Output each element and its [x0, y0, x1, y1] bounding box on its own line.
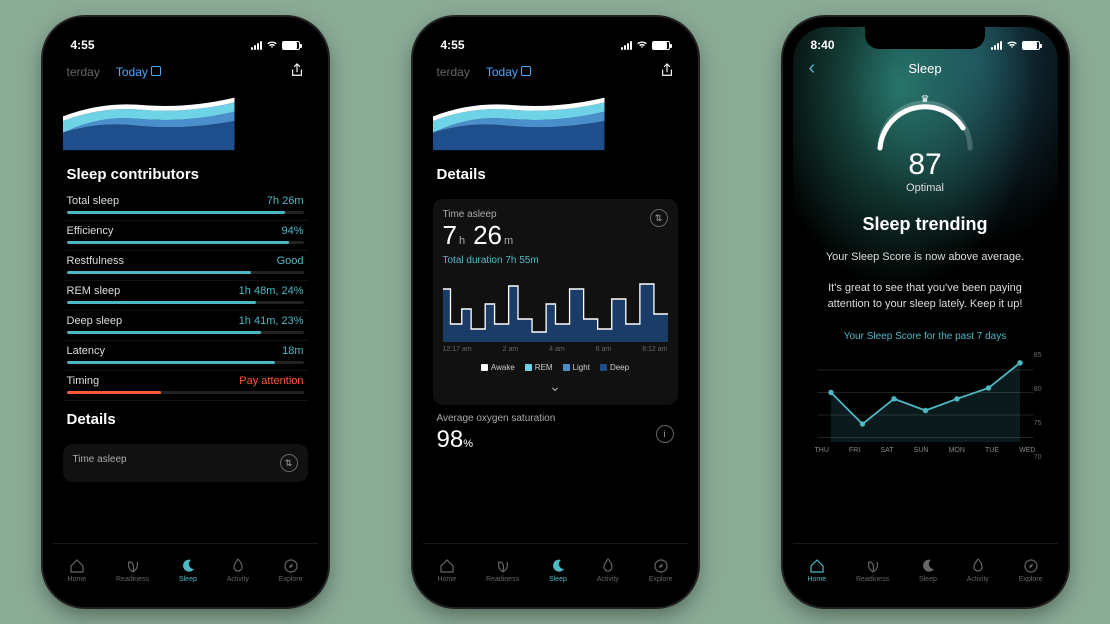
nav-explore[interactable]: Explore: [279, 558, 303, 583]
date-tab-bar: terday Today: [53, 57, 318, 86]
nav-activity[interactable]: Activity: [227, 558, 249, 583]
phone-sleep-details: 4:55 terday Today: [413, 17, 698, 607]
crown-icon: ♛: [921, 94, 930, 105]
battery-icon: [282, 41, 300, 50]
contrib-row[interactable]: REM sleep1h 48m, 24%: [63, 281, 308, 311]
tab-today[interactable]: Today: [116, 65, 161, 79]
tab-yesterday[interactable]: terday: [437, 65, 470, 79]
bottom-nav: Home Readiness Sleep Activity Explore: [793, 543, 1058, 597]
total-duration-link[interactable]: Total duration 7h 55m: [443, 255, 539, 266]
sleep-score-gauge: ♛ 87 Optimal: [809, 88, 1042, 194]
details-card[interactable]: Time asleep ⇅: [63, 444, 308, 482]
trending-text-2: It's great to see that you've been payin…: [809, 280, 1042, 313]
phone-sleep-contributors: 4:55 terday Today: [43, 17, 328, 607]
sleep-stages-area-chart: [63, 86, 308, 156]
time-asleep-label: Time asleep: [443, 209, 539, 220]
info-icon[interactable]: i: [656, 425, 674, 443]
oxygen-label: Average oxygen saturation: [437, 413, 556, 424]
nav-home[interactable]: Home: [437, 558, 456, 583]
bottom-nav: Home Readiness Sleep Activity Explore: [53, 543, 318, 597]
section-title-details: Details: [433, 156, 678, 191]
oxygen-value: 98%: [437, 426, 556, 454]
nav-home[interactable]: Home: [807, 558, 826, 583]
share-icon[interactable]: [660, 63, 674, 80]
time-asleep-label: Time asleep: [73, 454, 127, 465]
status-time: 4:55: [441, 38, 465, 52]
status-time: 4:55: [71, 38, 95, 52]
nav-explore[interactable]: Explore: [1019, 558, 1043, 583]
wifi-icon: [266, 40, 278, 50]
hypnogram-chart: [443, 274, 668, 344]
phone-sleep-trending: 8:40 ‹ Sleep ♛ 87: [783, 17, 1068, 607]
expand-icon[interactable]: ⇅: [280, 454, 298, 472]
section-title-contributors: Sleep contributors: [63, 156, 308, 191]
wifi-icon: [636, 40, 648, 50]
nav-sleep[interactable]: Sleep: [919, 558, 937, 583]
calendar-icon: [151, 66, 161, 76]
contrib-row[interactable]: Latency18m: [63, 341, 308, 371]
nav-sleep[interactable]: Sleep: [549, 558, 567, 583]
nav-activity[interactable]: Activity: [967, 558, 989, 583]
oxygen-saturation-row[interactable]: Average oxygen saturation 98% i: [433, 405, 678, 454]
nav-readiness[interactable]: Readiness: [856, 558, 889, 583]
trending-text-1: Your Sleep Score is now above average.: [809, 249, 1042, 266]
page-title: Sleep: [908, 61, 941, 76]
contrib-row[interactable]: TimingPay attention: [63, 371, 308, 401]
time-asleep-value: 7h 26m: [443, 220, 539, 251]
expand-icon[interactable]: ⇅: [650, 209, 668, 227]
nav-home[interactable]: Home: [67, 558, 86, 583]
trending-title: Sleep trending: [809, 214, 1042, 235]
nav-readiness[interactable]: Readiness: [116, 558, 149, 583]
date-tab-bar: terday Today: [423, 57, 688, 86]
share-icon[interactable]: [290, 63, 304, 80]
tab-today[interactable]: Today: [486, 65, 531, 79]
week-day-axis: THU FRI SAT SUN MON TUE WED: [809, 447, 1042, 454]
status-time: 8:40: [811, 38, 835, 52]
sleep-score-label: Optimal: [906, 182, 944, 194]
contrib-row[interactable]: RestfulnessGood: [63, 251, 308, 281]
sleep-stages-area-chart: [433, 86, 678, 156]
hypnogram-time-axis: 12:17 am 2 am 4 am 6 am 8:12 am: [443, 346, 668, 353]
section-title-details: Details: [63, 401, 308, 436]
contrib-row[interactable]: Total sleep7h 26m: [63, 191, 308, 221]
battery-icon: [652, 41, 670, 50]
contrib-row[interactable]: Deep sleep1h 41m, 23%: [63, 311, 308, 341]
chevron-down-icon[interactable]: ⌄: [443, 378, 668, 395]
nav-sleep[interactable]: Sleep: [179, 558, 197, 583]
contributors-list: Total sleep7h 26m Efficiency94% Restfuln…: [63, 191, 308, 401]
time-asleep-card[interactable]: Time asleep 7h 26m Total duration 7h 55m…: [433, 199, 678, 405]
contrib-row[interactable]: Efficiency94%: [63, 221, 308, 251]
nav-readiness[interactable]: Readiness: [486, 558, 519, 583]
bottom-nav: Home Readiness Sleep Activity Explore: [423, 543, 688, 597]
hypnogram-legend: Awake REM Light Deep: [443, 363, 668, 372]
week-label: Your Sleep Score for the past 7 days: [809, 331, 1042, 342]
nav-activity[interactable]: Activity: [597, 558, 619, 583]
back-button[interactable]: ‹: [809, 57, 816, 80]
nav-explore[interactable]: Explore: [649, 558, 673, 583]
battery-icon: [1022, 41, 1040, 50]
calendar-icon: [521, 66, 531, 76]
week-score-chart: 85 80 75 70 THU FRI SAT SUN MON TUE WED: [809, 352, 1042, 462]
tab-yesterday[interactable]: terday: [67, 65, 100, 79]
wifi-icon: [1006, 40, 1018, 50]
